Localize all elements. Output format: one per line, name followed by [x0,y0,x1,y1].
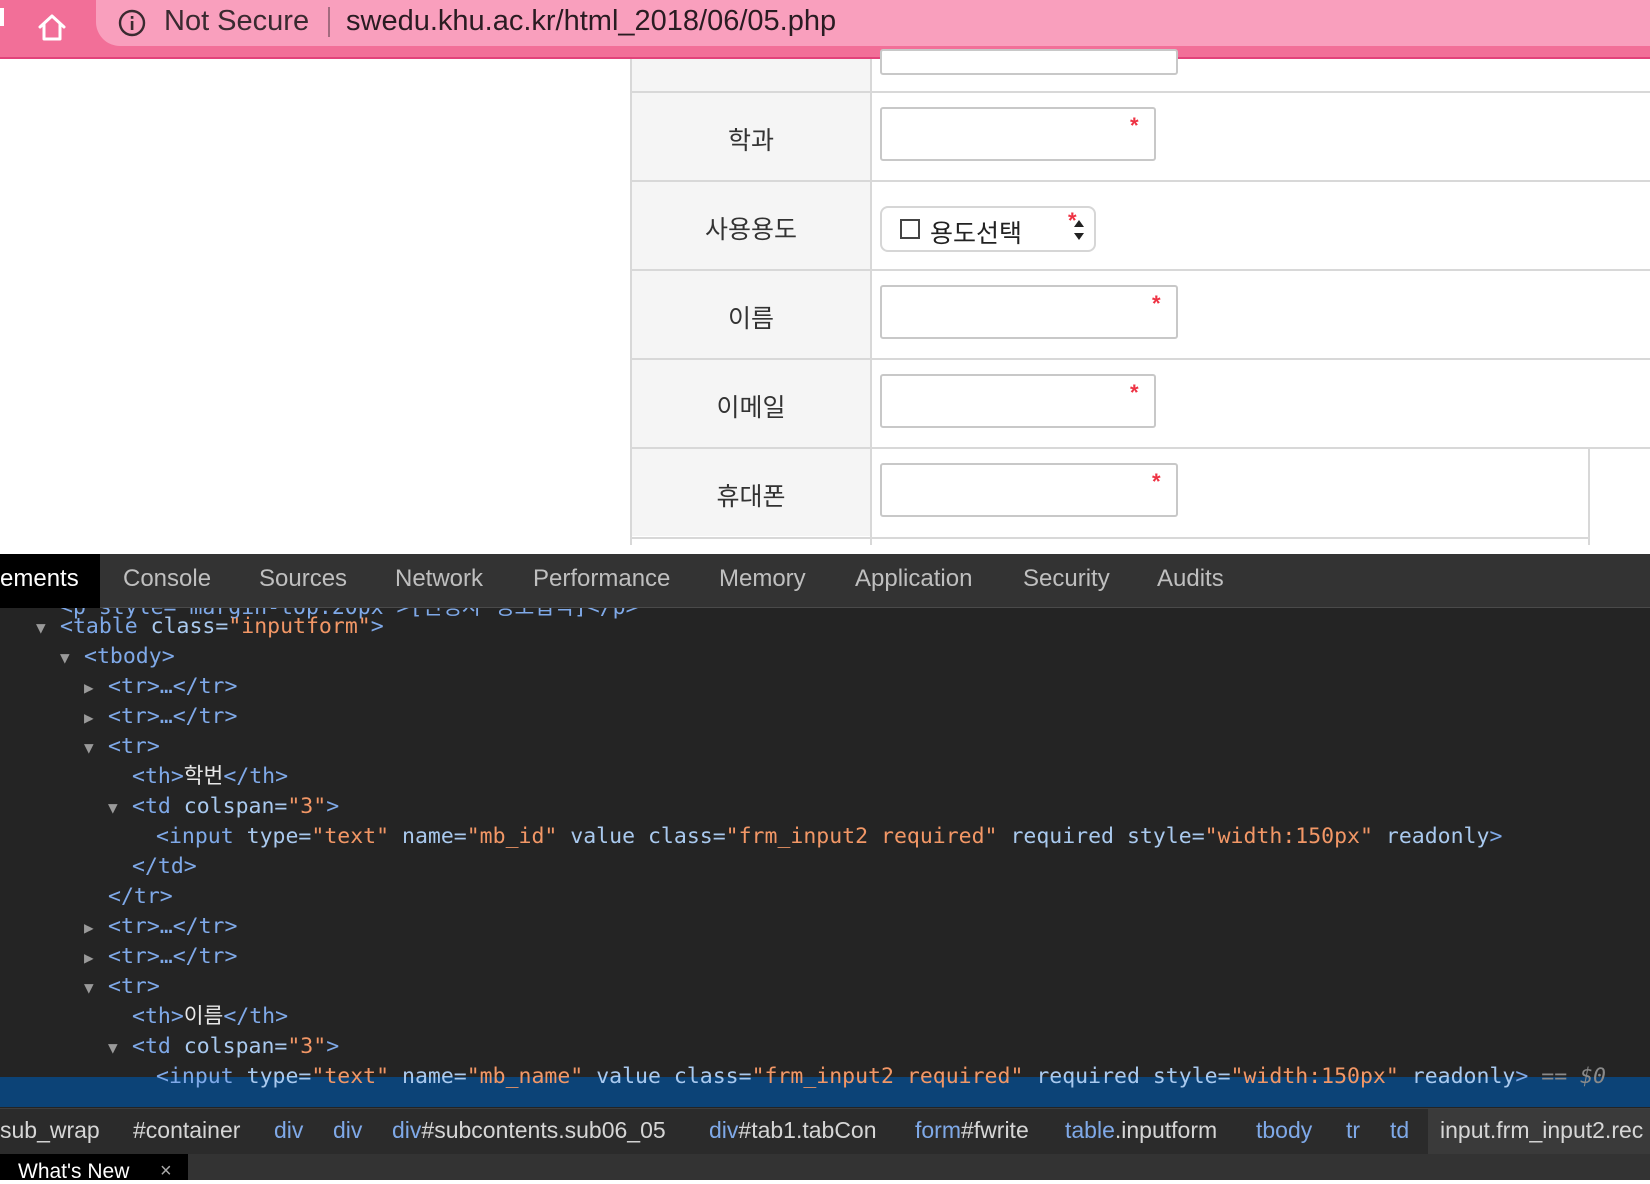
expanded-triangle-icon[interactable]: ▼ [84,733,108,763]
expanded-triangle-icon[interactable]: ▼ [84,973,108,1003]
dom-line-td-close[interactable]: </td> [132,852,197,882]
breadcrumb-item[interactable]: div#subcontents.sub06_05 [392,1117,666,1144]
expanded-triangle-icon[interactable]: ▼ [108,793,132,823]
dom-line-td[interactable]: ▼ <td colspan="3"> [108,1032,339,1062]
breadcrumb-item[interactable]: table.inputform [1065,1117,1217,1144]
dom-line-td[interactable]: ▼ <td colspan="3"> [108,792,339,822]
breadcrumb-item[interactable]: div#tab1.tabCon [709,1117,877,1144]
collapsed-triangle-icon[interactable]: ▶ [84,703,108,733]
dom-selected-marker: == $0 [1541,1064,1606,1089]
breadcrumb-item[interactable]: tr [1346,1117,1360,1144]
dom-breadcrumbs: sub_wrap #container div div div#subconte… [0,1108,1650,1154]
dom-line-th[interactable]: <th>이름</th> [132,1002,288,1032]
collapsed-triangle-icon[interactable]: ▶ [84,673,108,703]
dom-line-input-mb-name-selected[interactable]: <input type="text" name="mb_name" value … [156,1062,1606,1092]
drawer-tab-label: What's New [18,1160,130,1183]
dom-line-table[interactable]: ▼ <table class="inputform"> [36,612,384,642]
dom-line-tbody[interactable]: ▼ <tbody> [60,642,175,672]
expanded-triangle-icon[interactable]: ▼ [36,613,60,643]
dom-tree-viewport: <p style="margin-top:20px">[신청자 정보입력]</p… [0,608,1650,1108]
breadcrumb-item[interactable]: form#fwrite [915,1117,1029,1144]
devtools-drawer: What's New × [0,1154,1650,1183]
dom-line-tr-collapsed[interactable]: ▶ <tr>…</tr> [84,672,237,702]
breadcrumb-item[interactable]: div [274,1117,303,1144]
dom-line-tr-collapsed[interactable]: ▶ <tr>…</tr> [84,912,237,942]
dom-line-tr-collapsed[interactable]: ▶ <tr>…</tr> [84,702,237,732]
breadcrumb-item[interactable]: tbody [1256,1117,1312,1144]
breadcrumb-item[interactable]: td [1390,1117,1409,1144]
breadcrumb-current[interactable]: input.frm_input2.rec [1440,1117,1643,1144]
dom-line-tr[interactable]: ▼ <tr> [84,972,160,1002]
breadcrumb-item[interactable]: #container [133,1117,240,1144]
breadcrumb-item[interactable]: sub_wrap [0,1117,100,1144]
dom-line-th[interactable]: <th>학번</th> [132,762,288,792]
dom-line-tr[interactable]: ▼ <tr> [84,732,160,762]
breadcrumb-item[interactable]: div [333,1117,362,1144]
dom-tree: <p style="margin-top:20px">[신청자 정보입력]</p… [0,0,1650,1108]
dom-line-input-mb-id[interactable]: <input type="text" name="mb_id" value cl… [156,822,1502,852]
dom-line-tr-collapsed[interactable]: ▶ <tr>…</tr> [84,942,237,972]
expanded-triangle-icon[interactable]: ▼ [60,643,84,673]
collapsed-triangle-icon[interactable]: ▶ [84,943,108,973]
dom-line-tr-close[interactable]: </tr> [108,882,173,912]
expanded-triangle-icon[interactable]: ▼ [108,1033,132,1063]
collapsed-triangle-icon[interactable]: ▶ [84,913,108,943]
drawer-tab-whats-new[interactable]: What's New × [0,1154,188,1183]
